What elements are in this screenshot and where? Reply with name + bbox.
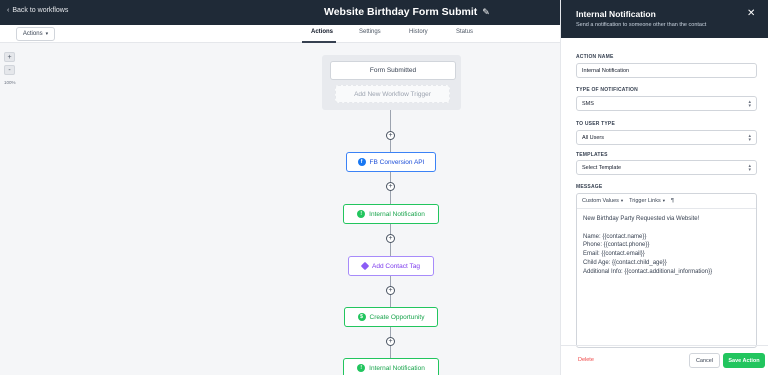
footer-divider — [561, 345, 768, 346]
add-action-button[interactable]: + — [386, 286, 395, 295]
node-label: Internal Notification — [369, 364, 425, 372]
to-user-type-value: All Users — [582, 134, 605, 141]
add-action-button[interactable]: + — [386, 337, 395, 346]
add-trigger-button[interactable]: Add New Workflow Trigger — [335, 85, 450, 103]
zoom-out-button[interactable]: - — [4, 65, 15, 75]
delete-button[interactable]: Delete — [578, 357, 594, 363]
editor-toolbar: Custom Values ▾ Trigger Links ▾ ¶ — [577, 194, 756, 209]
close-icon[interactable]: ✕ — [747, 8, 755, 19]
chevron-left-icon: ‹ — [7, 7, 10, 14]
select-arrows-icon: ▴ ▾ — [748, 99, 751, 109]
workflow-title-text: Website Birthday Form Submit — [324, 6, 478, 18]
type-of-notification-label: TYPE OF NOTIFICATION — [576, 87, 638, 93]
save-action-button[interactable]: Save Action — [723, 353, 765, 368]
add-action-button[interactable]: + — [386, 234, 395, 243]
node-label: FB Conversion API — [369, 158, 425, 166]
action-name-field[interactable]: Internal Notification — [576, 63, 757, 78]
tab-actions[interactable]: Actions — [311, 29, 333, 35]
node-internal-notification[interactable]: ! Internal Notification — [343, 204, 439, 224]
trigger-form-submitted[interactable]: Form Submitted — [330, 61, 456, 80]
to-user-type-select[interactable]: All Users ▴ ▾ — [576, 130, 757, 145]
action-name-value: Internal Notification — [582, 67, 630, 74]
chevron-down-icon: ▾ — [45, 31, 49, 37]
action-settings-panel: Internal Notification Send a notificatio… — [560, 0, 768, 375]
paragraph-icon[interactable]: ¶ — [671, 198, 674, 204]
trigger-links-label: Trigger Links — [629, 198, 661, 204]
node-label: Create Opportunity — [369, 313, 425, 321]
zoom-in-button[interactable]: + — [4, 52, 15, 62]
cancel-button[interactable]: Cancel — [689, 353, 720, 368]
bell-icon: ! — [357, 364, 366, 372]
facebook-icon: f — [357, 158, 366, 166]
zoom-level: 100% — [4, 80, 16, 85]
select-arrows-icon: ▴ ▾ — [748, 133, 751, 143]
templates-value: Select Template — [582, 164, 622, 171]
dollar-icon: $ — [357, 313, 366, 321]
add-action-button[interactable]: + — [386, 131, 395, 140]
back-label: Back to workflows — [12, 7, 69, 14]
node-add-contact-tag[interactable]: Add Contact Tag — [348, 256, 434, 276]
to-user-type-label: TO USER TYPE — [576, 121, 615, 127]
trigger-links-dropdown[interactable]: Trigger Links ▾ — [629, 198, 665, 204]
custom-values-dropdown[interactable]: Custom Values ▾ — [582, 198, 623, 204]
node-internal-notification[interactable]: ! Internal Notification — [343, 358, 439, 375]
tag-icon — [360, 261, 370, 271]
chevron-down-icon: ▾ — [662, 198, 666, 203]
custom-values-label: Custom Values — [582, 198, 619, 204]
tab-history[interactable]: History — [409, 29, 428, 35]
node-label: Add Contact Tag — [372, 262, 420, 270]
templates-label: TEMPLATES — [576, 152, 608, 158]
select-arrows-icon: ▴ ▾ — [748, 163, 751, 173]
chevron-down-icon: ▾ — [620, 198, 624, 203]
tab-status[interactable]: Status — [456, 29, 473, 35]
message-editor[interactable]: Custom Values ▾ Trigger Links ▾ ¶ New Bi… — [576, 193, 757, 348]
pencil-icon[interactable]: ✎ — [482, 7, 490, 18]
workflow-title: Website Birthday Form Submit ✎ — [324, 6, 490, 18]
panel-header: Internal Notification Send a notificatio… — [561, 0, 768, 38]
add-action-button[interactable]: + — [386, 182, 395, 191]
type-of-notification-value: SMS — [582, 100, 594, 107]
panel-subtitle: Send a notification to someone other tha… — [576, 22, 707, 28]
message-label: MESSAGE — [576, 184, 603, 190]
workflow-tabs-bar: Actions ▾ Actions Settings History Statu… — [0, 25, 560, 43]
message-text[interactable]: New Birthday Party Requested via Website… — [577, 209, 756, 283]
bell-icon: ! — [357, 210, 366, 218]
back-to-workflows-link[interactable]: ‹ Back to workflows — [7, 7, 68, 14]
panel-title: Internal Notification — [576, 9, 656, 19]
type-of-notification-select[interactable]: SMS ▴ ▾ — [576, 96, 757, 111]
node-create-opportunity[interactable]: $ Create Opportunity — [344, 307, 438, 327]
actions-dropdown-label: Actions — [22, 31, 43, 37]
node-fb-conversion-api[interactable]: f FB Conversion API — [346, 152, 436, 172]
templates-select[interactable]: Select Template ▴ ▾ — [576, 160, 757, 175]
actions-dropdown[interactable]: Actions ▾ — [16, 27, 55, 41]
node-label: Internal Notification — [369, 210, 425, 218]
tab-settings[interactable]: Settings — [359, 29, 381, 35]
action-name-label: ACTION NAME — [576, 54, 614, 60]
workflow-canvas[interactable]: + - 100% Form Submitted Add New Workflow… — [0, 43, 560, 375]
